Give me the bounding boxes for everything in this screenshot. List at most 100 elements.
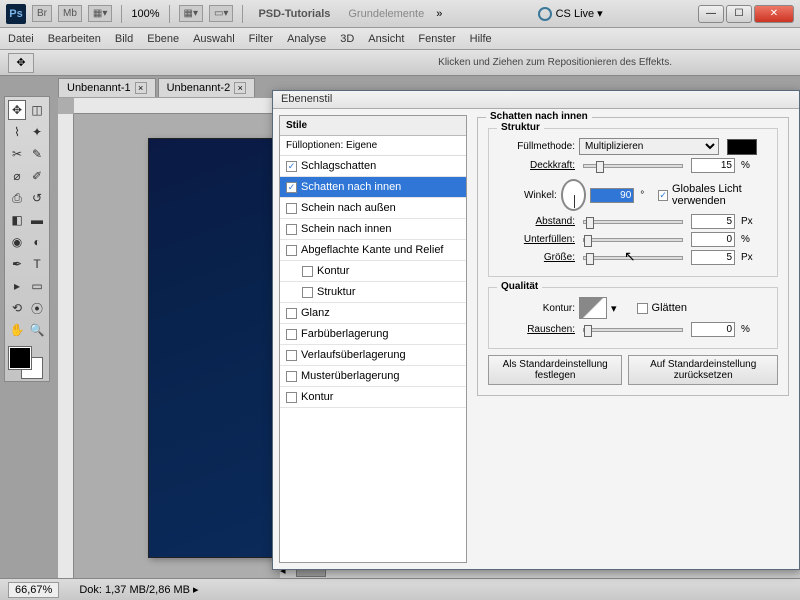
hand-tool[interactable]: ✋ bbox=[8, 320, 26, 340]
style-item[interactable]: Schein nach innen bbox=[280, 219, 466, 240]
window-minimize[interactable]: — bbox=[698, 5, 724, 23]
choke-slider[interactable] bbox=[583, 238, 683, 242]
menu-ebene[interactable]: Ebene bbox=[147, 33, 179, 45]
dialog-title[interactable]: Ebenenstil bbox=[273, 91, 799, 109]
style-item[interactable]: Schein nach außen bbox=[280, 198, 466, 219]
window-close[interactable]: ✕ bbox=[754, 5, 794, 23]
healing-tool[interactable]: ⌀ bbox=[8, 166, 26, 186]
blur-tool[interactable]: ◉ bbox=[8, 232, 26, 252]
style-checkbox[interactable]: ✓ bbox=[286, 182, 297, 193]
style-checkbox[interactable] bbox=[302, 266, 313, 277]
size-input[interactable] bbox=[691, 250, 735, 265]
close-tab-icon[interactable]: × bbox=[234, 82, 246, 94]
brush-tool[interactable]: ✐ bbox=[28, 166, 46, 186]
cslive-button[interactable]: CS Live ▾ bbox=[530, 5, 611, 23]
style-checkbox[interactable]: ✓ bbox=[286, 161, 297, 172]
reset-default-button[interactable]: Auf Standardeinstellung zurücksetzen bbox=[628, 355, 778, 385]
stamp-tool[interactable]: ⎙ bbox=[8, 188, 26, 208]
magic-wand-tool[interactable]: ✦ bbox=[28, 122, 46, 142]
style-checkbox[interactable] bbox=[286, 350, 297, 361]
style-item[interactable]: Musterüberlagerung bbox=[280, 366, 466, 387]
fill-options[interactable]: Fülloptionen: Eigene bbox=[280, 136, 466, 156]
eraser-tool[interactable]: ◧ bbox=[8, 210, 26, 230]
noise-slider[interactable] bbox=[583, 328, 683, 332]
layout-dropdown[interactable]: ▦▾ bbox=[88, 5, 112, 22]
style-item[interactable]: Farbüberlagerung bbox=[280, 324, 466, 345]
menu-auswahl[interactable]: Auswahl bbox=[193, 33, 235, 45]
marquee-tool[interactable]: ◫ bbox=[28, 100, 46, 120]
bridge-icon[interactable]: Br bbox=[32, 5, 52, 22]
style-checkbox[interactable] bbox=[302, 287, 313, 298]
type-tool[interactable]: T bbox=[28, 254, 46, 274]
dodge-tool[interactable]: ◐ bbox=[28, 232, 46, 252]
menu-hilfe[interactable]: Hilfe bbox=[470, 33, 492, 45]
style-item[interactable]: ✓Schlagschatten bbox=[280, 156, 466, 177]
opacity-input[interactable] bbox=[691, 158, 735, 173]
style-item[interactable]: Struktur bbox=[280, 282, 466, 303]
crop-tool[interactable]: ✂ bbox=[8, 144, 26, 164]
size-slider[interactable] bbox=[583, 256, 683, 260]
photoshop-icon[interactable]: Ps bbox=[6, 4, 26, 24]
choke-input[interactable] bbox=[691, 232, 735, 247]
screen-mode[interactable]: ▭▾ bbox=[209, 5, 233, 22]
shadow-color-swatch[interactable] bbox=[727, 139, 757, 155]
gradient-tool[interactable]: ▬ bbox=[28, 210, 46, 230]
style-item[interactable]: Glanz bbox=[280, 303, 466, 324]
opacity-slider[interactable] bbox=[583, 164, 683, 168]
distance-slider[interactable] bbox=[583, 220, 683, 224]
zoom-tool[interactable]: 🔍 bbox=[28, 320, 46, 340]
style-item[interactable]: Kontur bbox=[280, 261, 466, 282]
style-checkbox[interactable] bbox=[286, 371, 297, 382]
menu-analyse[interactable]: Analyse bbox=[287, 33, 326, 45]
style-item[interactable]: ✓Schatten nach innen bbox=[280, 177, 466, 198]
blend-mode-select[interactable]: Multiplizieren bbox=[579, 138, 719, 155]
move-tool[interactable]: ✥ bbox=[8, 100, 26, 120]
antialiased-checkbox[interactable] bbox=[637, 303, 648, 314]
foreground-color[interactable] bbox=[9, 347, 31, 369]
pen-tool[interactable]: ✒ bbox=[8, 254, 26, 274]
eyedropper-tool[interactable]: ✎ bbox=[28, 144, 46, 164]
doc-tab-2[interactable]: Unbenannt-2× bbox=[158, 78, 256, 97]
more-icon[interactable]: » bbox=[436, 8, 442, 20]
color-swatches[interactable] bbox=[7, 345, 47, 379]
menu-filter[interactable]: Filter bbox=[249, 33, 273, 45]
menu-bearbeiten[interactable]: Bearbeiten bbox=[48, 33, 101, 45]
menu-datei[interactable]: Datei bbox=[8, 33, 34, 45]
style-item[interactable]: Kontur bbox=[280, 387, 466, 408]
style-checkbox[interactable] bbox=[286, 224, 297, 235]
menu-ansicht[interactable]: Ansicht bbox=[368, 33, 404, 45]
path-select-tool[interactable]: ▸ bbox=[8, 276, 26, 296]
global-light-checkbox[interactable]: ✓ bbox=[658, 190, 668, 201]
contour-picker[interactable] bbox=[579, 297, 607, 319]
menu-fenster[interactable]: Fenster bbox=[418, 33, 455, 45]
close-tab-icon[interactable]: × bbox=[135, 82, 147, 94]
styles-header[interactable]: Stile bbox=[280, 116, 466, 136]
shape-tool[interactable]: ▭ bbox=[28, 276, 46, 296]
style-checkbox[interactable] bbox=[286, 203, 297, 214]
noise-input[interactable] bbox=[691, 322, 735, 337]
3d-tool[interactable]: ⟲ bbox=[8, 298, 26, 318]
style-item[interactable]: Verlaufsüberlagerung bbox=[280, 345, 466, 366]
camera-tool[interactable]: ⦿ bbox=[28, 298, 46, 318]
menu-3d[interactable]: 3D bbox=[340, 33, 354, 45]
ruler-vertical[interactable] bbox=[58, 114, 74, 578]
distance-input[interactable] bbox=[691, 214, 735, 229]
view-extras[interactable]: ▦▾ bbox=[179, 5, 203, 22]
style-checkbox[interactable] bbox=[286, 245, 297, 256]
style-checkbox[interactable] bbox=[286, 329, 297, 340]
menu-bild[interactable]: Bild bbox=[115, 33, 133, 45]
lasso-tool[interactable]: ⌇ bbox=[8, 122, 26, 142]
style-checkbox[interactable] bbox=[286, 308, 297, 319]
history-brush-tool[interactable]: ↺ bbox=[28, 188, 46, 208]
style-item[interactable]: Abgeflachte Kante und Relief bbox=[280, 240, 466, 261]
status-zoom[interactable]: 66,67% bbox=[8, 582, 59, 598]
make-default-button[interactable]: Als Standardeinstellung festlegen bbox=[488, 355, 622, 385]
zoom-level[interactable]: 100% bbox=[131, 8, 159, 20]
angle-input[interactable] bbox=[590, 188, 634, 203]
style-checkbox[interactable] bbox=[286, 392, 297, 403]
minibridge-icon[interactable]: Mb bbox=[58, 5, 82, 22]
doc-tab-1[interactable]: Unbenannt-1× bbox=[58, 78, 156, 97]
angle-dial[interactable] bbox=[561, 179, 586, 211]
window-maximize[interactable]: ☐ bbox=[726, 5, 752, 23]
workspace-label[interactable]: Grundelemente bbox=[342, 6, 430, 22]
